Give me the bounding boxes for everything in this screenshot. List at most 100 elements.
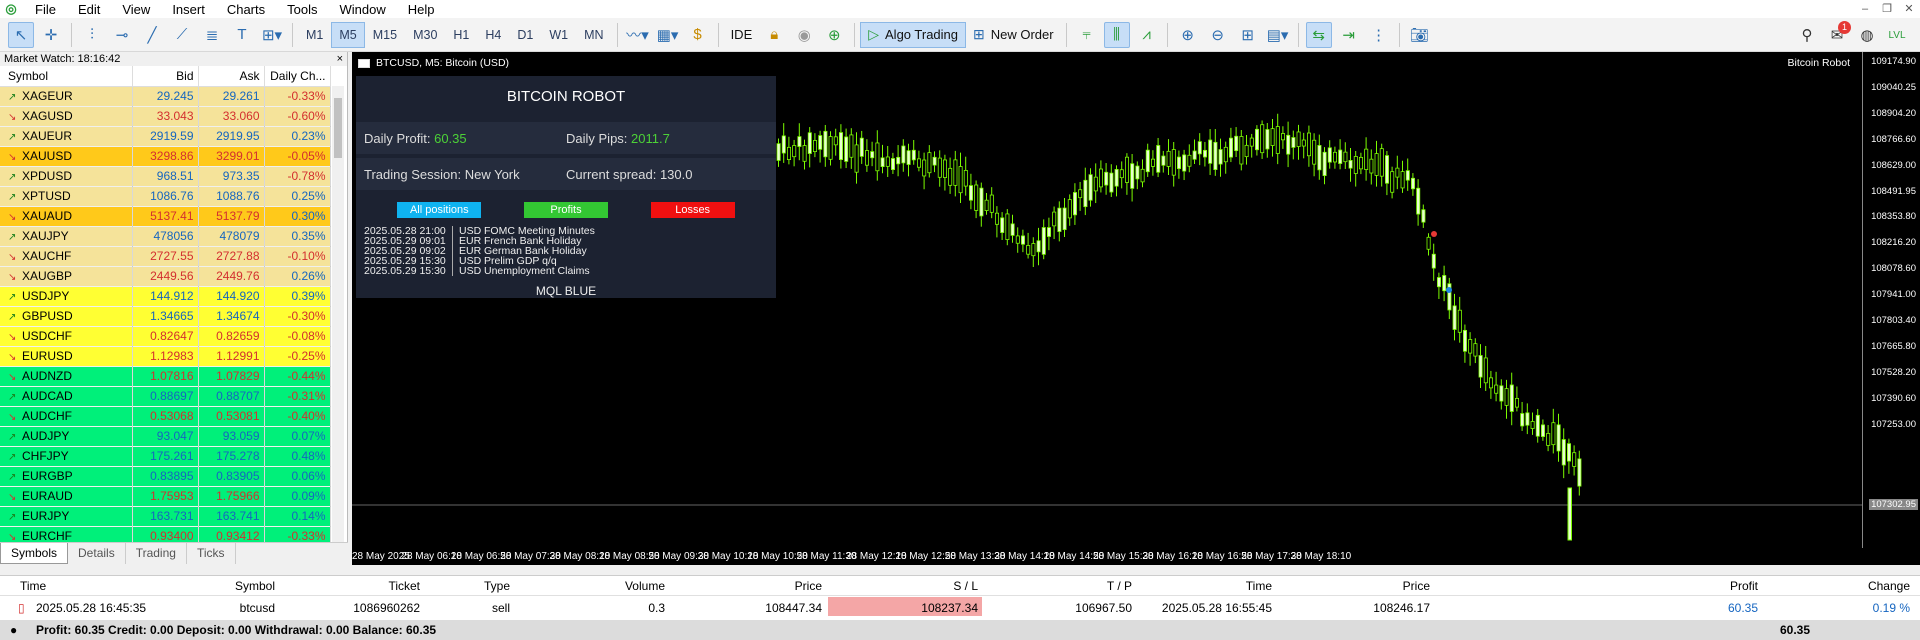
indicators-icon[interactable]: ▦▾ [655,22,681,48]
cursor-icon[interactable]: ↖ [8,21,34,48]
algo-trading-button[interactable]: ▷ Algo Trading [860,21,967,48]
trade-col-header[interactable]: Ticket [388,579,420,593]
ide-button[interactable]: IDE [724,22,760,48]
chart-type-icon[interactable]: 〰▾ [625,22,651,48]
tf-w1[interactable]: W1 [541,22,576,48]
profits-button[interactable]: Profits [523,202,608,218]
market-watch-row[interactable]: ↘ EURAUD 1.75953 1.75966 0.09% [0,486,331,507]
tf-m30[interactable]: M30 [405,22,445,48]
market-watch-row[interactable]: ↘ XAUAUD 5137.41 5137.79 0.30% [0,206,331,227]
market-watch-row[interactable]: ↗ XAUJPY 478056 478079 0.35% [0,226,331,247]
menu-file[interactable]: File [24,2,67,17]
tab-ticks[interactable]: Ticks [187,543,236,564]
tf-mn[interactable]: MN [576,22,611,48]
trade-col-header[interactable]: Change [1868,579,1910,593]
trade-col-header[interactable]: Symbol [235,579,275,593]
menu-help[interactable]: Help [397,2,446,17]
tf-m1[interactable]: M1 [298,22,331,48]
tf-d1[interactable]: D1 [509,22,541,48]
market-watch-row[interactable]: ↘ EURUSD 1.12983 1.12991 -0.25% [0,346,331,367]
trade-col-header[interactable]: Price [795,579,822,593]
market-watch-row[interactable]: ↗ XPTUSD 1086.76 1088.76 0.25% [0,186,331,207]
lock-icon[interactable]: 🔒︎ [761,22,787,48]
all-positions-button[interactable]: All positions [397,202,482,218]
market-watch-row[interactable]: ↘ AUDCHF 0.53068 0.53081 -0.40% [0,406,331,427]
trade-col-header[interactable]: Time [20,579,46,593]
trade-col-header[interactable]: Time [1246,579,1272,593]
search-icon[interactable]: ⚲ [1794,22,1820,48]
tab-details[interactable]: Details [68,543,126,564]
market-watch-row[interactable]: ↘ XAUGBP 2449.56 2449.76 0.26% [0,266,331,287]
close-icon[interactable]: ✕ [1898,0,1920,18]
horizontal-line-icon[interactable]: ⊸ [109,22,135,48]
chart-shift-icon[interactable]: ⇥ [1336,22,1362,48]
new-order-button[interactable]: ⊞ New Order [966,22,1061,48]
menu-charts[interactable]: Charts [216,2,276,17]
vertical-line-icon[interactable]: ⫶ [79,22,105,48]
market-watch-row[interactable]: ↗ XAGEUR 29.245 29.261 -0.33% [0,86,331,107]
period-sep-icon[interactable]: ⋮ [1366,22,1392,48]
trade-col-header[interactable]: Type [484,579,510,593]
menu-window[interactable]: Window [328,2,396,17]
trade-col-header[interactable]: Volume [625,579,665,593]
text-icon[interactable]: T [229,22,255,48]
market-watch-row[interactable]: ↗ USDJPY 144.912 144.920 0.39% [0,286,331,307]
market-watch-row[interactable]: ↗ CHFJPY 175.261 175.278 0.48% [0,446,331,467]
screenshot-icon[interactable]: 📷︎ [1407,22,1433,48]
menu-tools[interactable]: Tools [276,2,328,17]
zoom-out-icon[interactable]: ⊖ [1205,22,1231,48]
minimize-icon[interactable]: – [1854,0,1876,18]
col-ask[interactable]: Ask [198,66,265,87]
globe-icon[interactable]: ◍ [1854,22,1880,48]
position-row[interactable]: ▯ 2025.05.28 16:45:35 btcusd 1086960262 sell… [0,598,1920,618]
trade-col-header[interactable]: Price [1403,579,1430,593]
channel-icon[interactable]: ⟋ [169,22,195,48]
fibonacci-icon[interactable]: ≣ [199,22,225,48]
market-watch-row[interactable]: ↗ EURJPY 163.731 163.741 0.14% [0,506,331,527]
tab-symbols[interactable]: Symbols [0,543,69,564]
market-watch-row[interactable]: ↘ USDCHF 0.82647 0.82659 -0.08% [0,326,331,347]
crosshair-icon[interactable]: ✛ [38,22,64,48]
col-bid[interactable]: Bid [132,66,199,87]
tf-m15[interactable]: M15 [365,22,405,48]
trade-col-header[interactable]: T / P [1107,579,1132,593]
autoscroll-icon[interactable]: ⇆ [1305,21,1332,48]
trendline-icon[interactable]: ╱ [139,22,165,48]
trade-col-header[interactable]: S / L [953,579,978,593]
time-axis[interactable]: 28 May 2025 28 May 06:10 28 May 06:50 28 Ma… [352,548,1862,565]
menu-edit[interactable]: Edit [67,2,111,17]
trade-col-header[interactable]: Profit [1730,579,1758,593]
line-chart-icon[interactable]: ⩘ [1134,22,1160,48]
col-symbol[interactable]: Symbol [0,66,133,87]
shapes-icon[interactable]: ⊞▾ [259,22,285,48]
close-icon[interactable]: × [337,52,343,66]
candles-icon[interactable]: ⫼ [1103,21,1130,48]
templates-icon[interactable]: ▤▾ [1265,22,1291,48]
market-watch-scrollbar[interactable] [332,86,344,562]
zoom-in-icon[interactable]: ⊕ [1175,22,1201,48]
market-watch-row[interactable]: ↘ AUDNZD 1.07816 1.07829 -0.44% [0,366,331,387]
market-watch-row[interactable]: ↘ XAUUSD 3298.86 3299.01 -0.05% [0,146,331,167]
tab-trading[interactable]: Trading [126,543,187,564]
tf-m5[interactable]: M5 [331,21,365,48]
restore-icon[interactable]: ❐ [1876,0,1898,18]
market-watch-row[interactable]: ↘ XAGUSD 33.043 33.060 -0.60% [0,106,331,127]
account-icon[interactable]: LVL [1884,22,1910,48]
chart-window[interactable]: BTCUSD, M5: Bitcoin (USD) Bitcoin Robot … [352,52,1920,565]
bar-chart-icon[interactable]: ⫧ [1074,22,1100,48]
market-watch-row[interactable]: ↗ AUDJPY 93.047 93.059 0.07% [0,426,331,447]
market-watch-row[interactable]: ↗ XAUEUR 2919.59 2919.95 0.23% [0,126,331,147]
tf-h4[interactable]: H4 [477,22,509,48]
vps-icon[interactable]: ⊕ [821,22,847,48]
notifications-icon[interactable]: ✉ 1 [1824,21,1851,48]
price-axis[interactable]: 109174.90 109040.25 108904.20 108766.60 1086… [1862,52,1920,548]
col-daily-change[interactable]: Daily Ch... [264,66,331,87]
grid-icon[interactable]: ⊞ [1235,22,1261,48]
losses-button[interactable]: Losses [650,202,735,218]
market-watch-row[interactable]: ↘ XAUCHF 2727.55 2727.88 -0.10% [0,246,331,267]
menu-view[interactable]: View [111,2,161,17]
market-watch-row[interactable]: ↗ EURGBP 0.83895 0.83905 0.06% [0,466,331,487]
signals-icon[interactable]: ◉ [791,22,817,48]
menu-insert[interactable]: Insert [161,2,216,17]
market-watch-row[interactable]: ↗ GBPUSD 1.34665 1.34674 -0.30% [0,306,331,327]
